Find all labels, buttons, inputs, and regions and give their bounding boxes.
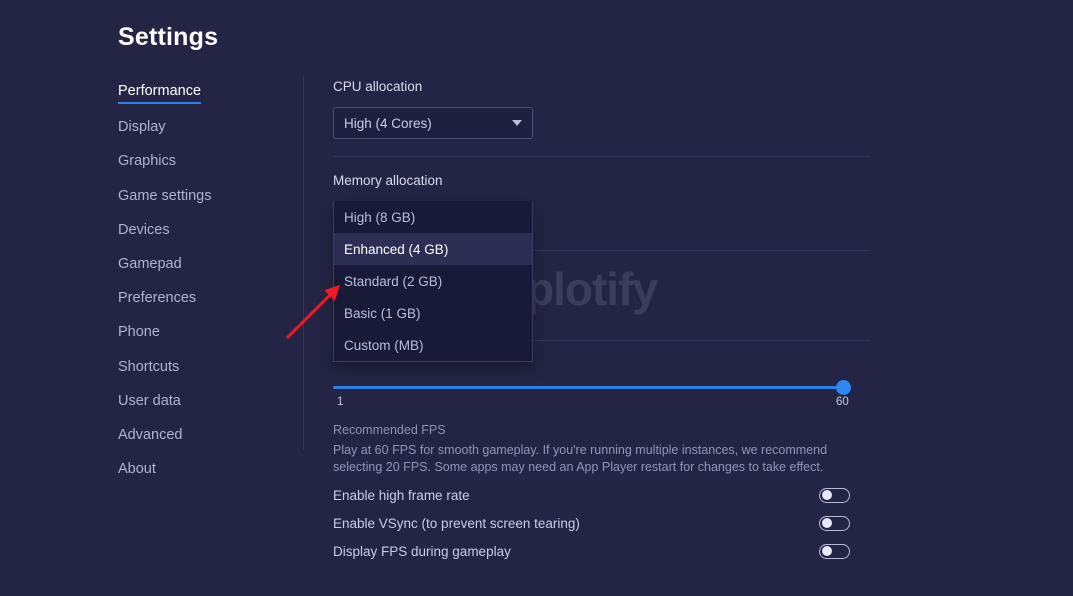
dropdown-option-high[interactable]: High (8 GB) <box>334 201 532 233</box>
sidebar-item-user-data[interactable]: User data <box>118 392 181 410</box>
fps-slider-min-label: 1 <box>337 396 344 408</box>
dropdown-option-basic[interactable]: Basic (1 GB) <box>334 297 532 329</box>
cpu-allocation-label: CPU allocation <box>333 79 423 94</box>
fps-slider-max-label: 60 <box>836 396 849 408</box>
sidebar-item-game-settings[interactable]: Game settings <box>118 187 212 205</box>
cpu-allocation-value: High (4 Cores) <box>344 115 432 131</box>
dropdown-option-enhanced[interactable]: Enhanced (4 GB) <box>334 233 532 265</box>
toggle-row-display-fps: Display FPS during gameplay <box>333 541 850 561</box>
sidebar-item-shortcuts[interactable]: Shortcuts <box>118 358 179 376</box>
fps-slider-thumb[interactable] <box>836 380 851 395</box>
sidebar-divider <box>303 76 304 450</box>
sidebar-item-phone[interactable]: Phone <box>118 323 160 341</box>
sidebar-item-about[interactable]: About <box>118 460 156 478</box>
sidebar-item-display[interactable]: Display <box>118 118 166 136</box>
toggle-label-display-fps: Display FPS during gameplay <box>333 543 511 559</box>
dropdown-option-standard[interactable]: Standard (2 GB) <box>334 265 532 297</box>
toggle-knob-icon <box>822 490 832 500</box>
performance-panel: CPU allocation High (4 Cores) Memory all… <box>333 0 873 596</box>
section-divider-1 <box>333 156 870 157</box>
toggle-row-vsync: Enable VSync (to prevent screen tearing) <box>333 513 850 533</box>
memory-allocation-dropdown[interactable]: High (8 GB) Enhanced (4 GB) Standard (2 … <box>333 201 533 362</box>
dropdown-option-custom[interactable]: Custom (MB) <box>334 329 532 361</box>
sidebar-item-preferences[interactable]: Preferences <box>118 289 196 307</box>
chevron-down-icon <box>512 120 522 126</box>
sidebar-item-performance[interactable]: Performance <box>118 82 202 104</box>
settings-sidebar: Performance Display Graphics Game settin… <box>118 82 288 494</box>
cpu-allocation-select[interactable]: High (4 Cores) <box>333 107 533 139</box>
recommended-fps-description: Play at 60 FPS for smooth gameplay. If y… <box>333 443 828 474</box>
fps-slider-track[interactable] <box>333 386 840 389</box>
settings-window: plotify Settings Performance Display Gra… <box>0 0 1073 596</box>
memory-allocation-label: Memory allocation <box>333 173 443 188</box>
toggle-knob-icon <box>822 546 832 556</box>
sidebar-item-advanced[interactable]: Advanced <box>118 426 183 444</box>
fps-slider[interactable] <box>333 378 851 396</box>
sidebar-item-devices[interactable]: Devices <box>118 221 170 239</box>
toggle-vsync[interactable] <box>819 515 850 531</box>
toggle-knob-icon <box>822 518 832 528</box>
page-title: Settings <box>118 23 219 51</box>
toggle-label-vsync: Enable VSync (to prevent screen tearing) <box>333 515 580 531</box>
toggle-row-high-frame-rate: Enable high frame rate <box>333 485 850 505</box>
toggle-label-high-frame-rate: Enable high frame rate <box>333 487 470 503</box>
toggle-display-fps[interactable] <box>819 543 850 559</box>
recommended-fps-title: Recommended FPS <box>333 423 446 437</box>
sidebar-item-graphics[interactable]: Graphics <box>118 152 176 170</box>
toggle-high-frame-rate[interactable] <box>819 487 850 503</box>
sidebar-item-gamepad[interactable]: Gamepad <box>118 255 182 273</box>
